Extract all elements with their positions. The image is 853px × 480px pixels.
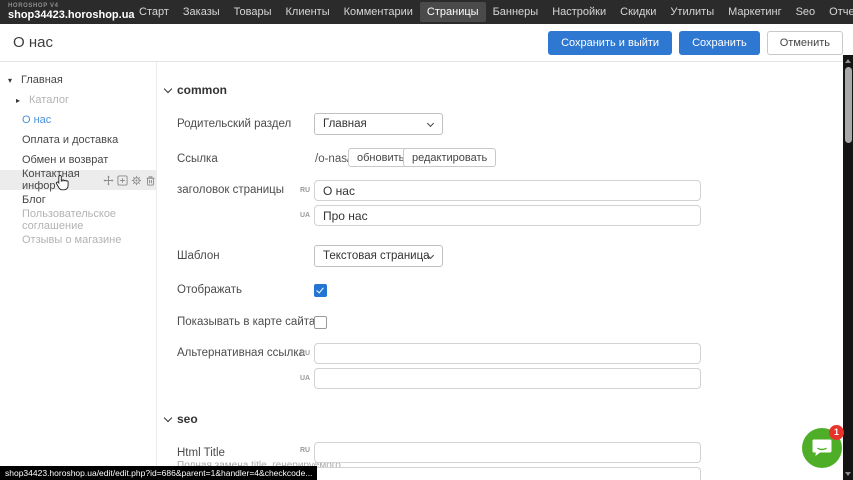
menu-item-clients[interactable]: Клиенты — [279, 2, 337, 22]
template-value: Текстовая страница — [323, 250, 430, 262]
section-seo-title: seo — [177, 412, 198, 426]
chevron-down-icon — [164, 84, 172, 92]
menu-item-marketing[interactable]: Маркетинг — [721, 2, 788, 22]
scrollbar-down-arrow-icon[interactable] — [845, 472, 851, 476]
add-page-icon[interactable] — [117, 175, 128, 186]
menu-item-reports[interactable]: Отчеты — [822, 2, 853, 22]
menu-item-products[interactable]: Товары — [227, 2, 279, 22]
menu-item-utilities[interactable]: Утилиты — [663, 2, 721, 22]
lang-ua-badge: UA — [300, 212, 310, 219]
template-select[interactable]: Текстовая страница — [314, 245, 443, 267]
tree-item-otzyvy[interactable]: Отзывы о магазине — [0, 230, 156, 250]
cancel-button[interactable]: Отменить — [767, 31, 843, 55]
section-common-header[interactable]: common — [165, 83, 227, 97]
chevron-right-icon[interactable]: ▸ — [16, 96, 26, 105]
browser-status-bar: shop34423.horoshop.ua/edit/edit.php?id=6… — [0, 466, 317, 480]
tree-item-label: Главная — [21, 74, 63, 86]
link-path-value: /o-nas/ — [315, 153, 350, 165]
menu-item-pages[interactable]: Страницы — [420, 2, 486, 22]
lang-ua-badge: UA — [300, 375, 310, 382]
display-label: Отображать — [177, 284, 242, 296]
tree-item-label: Пользовательское соглашение — [22, 208, 156, 232]
html-title-ua-input[interactable] — [314, 467, 701, 480]
menu-item-comments[interactable]: Комментарии — [337, 2, 420, 22]
tree-item-oplata[interactable]: Оплата и доставка — [0, 130, 156, 150]
section-seo-header[interactable]: seo — [165, 412, 198, 426]
lang-ru-badge: RU — [300, 350, 310, 357]
menu-item-discounts[interactable]: Скидки — [613, 2, 663, 22]
page-heading-ua-input[interactable] — [314, 205, 701, 226]
link-label: Ссылка — [177, 153, 218, 165]
top-menu: Старт Заказы Товары Клиенты Комментарии … — [132, 2, 853, 22]
delete-trash-icon[interactable] — [145, 175, 156, 186]
menu-item-seo[interactable]: Seo — [789, 2, 823, 22]
save-button[interactable]: Сохранить — [679, 31, 760, 55]
vertical-scrollbar[interactable] — [843, 55, 853, 480]
tree-item-o-nas[interactable]: О нас — [0, 110, 156, 130]
lang-ru-badge: RU — [300, 447, 310, 454]
chevron-down-icon — [164, 413, 172, 421]
page-edit-form: common Родительский раздел Главная Ссылк… — [156, 62, 843, 480]
app-logo[interactable]: HOROSHOP V4 shop34423.horoshop.ua — [8, 3, 126, 21]
parent-section-label: Родительский раздел — [177, 118, 291, 130]
sitemap-checkbox[interactable] — [314, 316, 327, 329]
sitemap-label: Показывать в карте сайта — [177, 316, 315, 328]
tree-item-label: Обмен и возврат — [22, 154, 108, 166]
drag-move-icon[interactable] — [103, 175, 114, 186]
page-heading-label: заголовок страницы — [177, 184, 284, 196]
save-and-exit-button[interactable]: Сохранить и выйти — [548, 31, 672, 55]
parent-section-value: Главная — [323, 118, 367, 130]
scrollbar-thumb[interactable] — [845, 67, 852, 143]
alt-link-ru-input[interactable] — [314, 343, 701, 364]
tree-item-label: О нас — [22, 114, 51, 126]
tree-item-katalog[interactable]: ▸ Каталог — [0, 90, 156, 110]
display-checkbox[interactable] — [314, 284, 327, 297]
tree-item-glavnaya[interactable]: ▾ Главная — [0, 70, 156, 90]
page-heading-ru-input[interactable] — [314, 180, 701, 201]
menu-item-banners[interactable]: Баннеры — [486, 2, 546, 22]
tree-item-label: Каталог — [29, 94, 69, 106]
tree-item-label: Отзывы о магазине — [22, 234, 121, 246]
alt-link-ua-input[interactable] — [314, 368, 701, 389]
page-title: О нас — [13, 34, 53, 51]
logo-shop-domain: shop34423.horoshop.ua — [8, 10, 126, 21]
pages-tree-sidebar: ▾ Главная ▸ Каталог О нас Оплата и доста… — [0, 62, 156, 480]
page-header: О нас Сохранить и выйти Сохранить Отмени… — [0, 24, 853, 62]
lang-ru-badge: RU — [300, 187, 310, 194]
tree-item-label: Оплата и доставка — [22, 134, 118, 146]
tree-row-actions — [103, 175, 156, 186]
tree-item-label: Контактная инфор — [22, 168, 98, 192]
template-label: Шаблон — [177, 250, 220, 262]
scrollbar-up-arrow-icon[interactable] — [845, 59, 851, 63]
menu-item-start[interactable]: Старт — [132, 2, 176, 22]
link-edit-button[interactable]: редактировать — [403, 148, 496, 167]
chat-unread-badge: 1 — [829, 425, 844, 440]
alt-link-label: Альтернативная ссылка — [177, 347, 305, 359]
chevron-down-icon — [427, 120, 434, 127]
html-title-ru-input[interactable] — [314, 442, 701, 463]
tree-item-kontaktnaya[interactable]: Контактная инфор — [0, 170, 156, 190]
checkmark-icon — [316, 286, 324, 294]
html-title-label: Html Title — [177, 447, 225, 459]
screen: HOROSHOP V4 shop34423.horoshop.ua Старт … — [0, 0, 853, 480]
chat-bubble-icon — [811, 438, 833, 458]
tree-item-obmen[interactable]: Обмен и возврат — [0, 150, 156, 170]
chevron-down-icon[interactable]: ▾ — [8, 76, 18, 85]
top-navigation-bar: HOROSHOP V4 shop34423.horoshop.ua Старт … — [0, 0, 853, 24]
menu-item-orders[interactable]: Заказы — [176, 2, 227, 22]
tree-item-label: Блог — [22, 194, 46, 206]
tree-item-blog[interactable]: Блог — [0, 190, 156, 210]
menu-item-settings[interactable]: Настройки — [545, 2, 613, 22]
section-common-title: common — [177, 83, 227, 97]
tree-item-polzovatelskoe[interactable]: Пользовательское соглашение — [0, 210, 156, 230]
header-action-buttons: Сохранить и выйти Сохранить Отменить — [548, 31, 843, 55]
parent-section-select[interactable]: Главная — [314, 113, 443, 135]
settings-gear-icon[interactable] — [131, 175, 142, 186]
